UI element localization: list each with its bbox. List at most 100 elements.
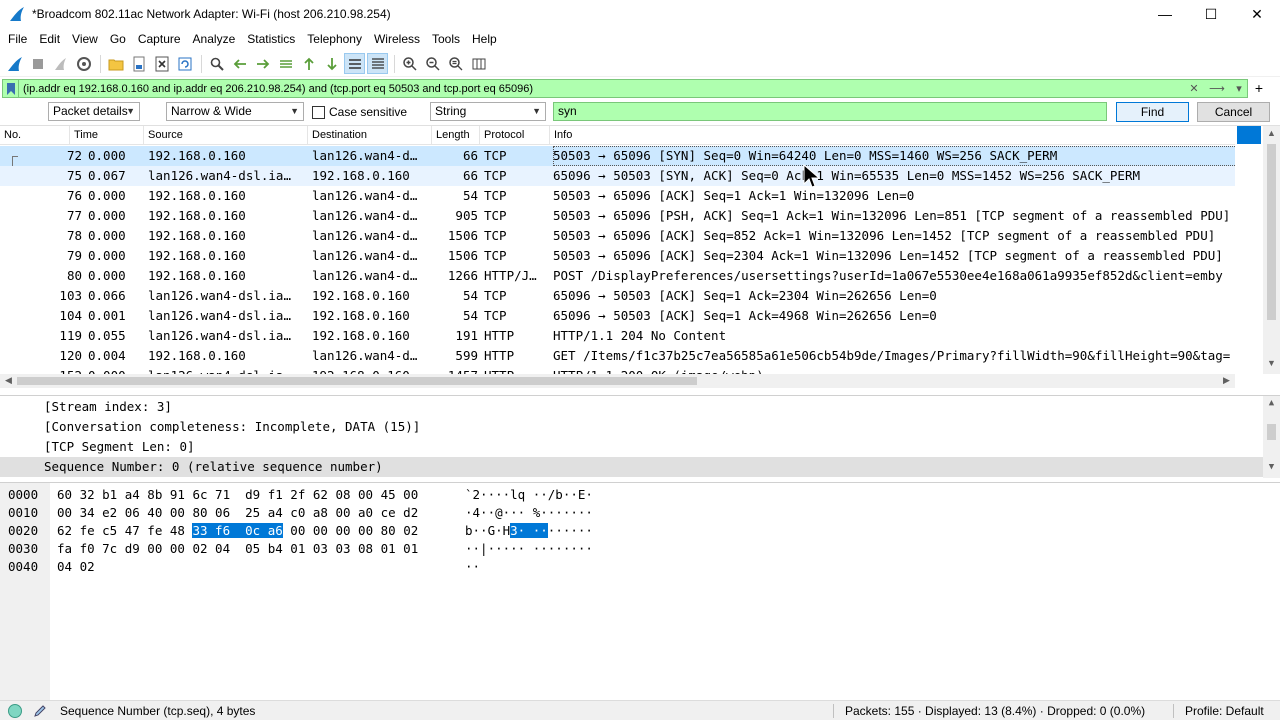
column-source[interactable]: Source xyxy=(144,126,308,145)
ascii-bytes[interactable]: ·4··@··· %······· xyxy=(465,504,593,522)
close-file-button[interactable] xyxy=(151,53,172,74)
cancel-button[interactable]: Cancel xyxy=(1197,102,1270,122)
packet-row[interactable]: 79 0.000 192.168.0.160 lan126.wan4-d… 1506 TC… xyxy=(0,246,1235,266)
hex-bytes[interactable]: 04 02 xyxy=(57,558,95,576)
packet-row[interactable]: 1520.000 lan126.wan4-dsl.ia… 192.168.0.160… xyxy=(0,366,1235,374)
menu-file[interactable]: File xyxy=(2,28,33,50)
stop-capture-button[interactable] xyxy=(27,53,48,74)
detail-stream-index[interactable]: [Stream index: 3] xyxy=(0,397,1263,417)
column-time[interactable]: Time xyxy=(70,126,144,145)
packet-row[interactable]: 103 0.066 lan126.wan4-dsl.ia… 192.168.0.160… xyxy=(0,286,1235,306)
add-filter-button-icon[interactable]: + xyxy=(1252,80,1266,97)
profile-indicator[interactable]: Profile: Default xyxy=(1185,701,1264,720)
go-back-button[interactable] xyxy=(229,53,250,74)
packet-list-horizontal-scrollbar[interactable]: ◀ ▶ xyxy=(0,374,1235,388)
reload-file-button[interactable] xyxy=(174,53,195,74)
menu-analyze[interactable]: Analyze xyxy=(187,28,242,50)
ascii-bytes[interactable]: `2····lq ··/b··E· xyxy=(465,486,593,504)
find-query-input[interactable]: syn xyxy=(553,102,1107,121)
menu-go[interactable]: Go xyxy=(104,28,132,50)
search-in-select[interactable]: Packet details ▼ xyxy=(48,102,140,121)
column-no[interactable]: No. xyxy=(0,126,70,145)
apply-filter-icon[interactable]: ⟶ xyxy=(1203,80,1231,97)
char-width-select[interactable]: Narrow & Wide ▼ xyxy=(166,102,304,121)
scroll-down-icon[interactable]: ▼ xyxy=(1263,462,1280,472)
clear-filter-icon[interactable]: ✕ xyxy=(1185,80,1203,97)
hex-bytes[interactable]: fa f0 7c d9 00 00 02 04 05 b4 01 03 03 0… xyxy=(57,540,418,558)
zoom-out-button[interactable] xyxy=(422,53,443,74)
horizontal-scrollbar-thumb[interactable] xyxy=(17,377,697,385)
menu-tools[interactable]: Tools xyxy=(426,28,466,50)
display-filter-input[interactable]: (ip.addr eq 192.168.0.160 and ip.addr eq… xyxy=(19,83,1185,95)
packet-row[interactable]: 78 0.000 192.168.0.160 lan126.wan4-d… 1506 TC… xyxy=(0,226,1235,246)
column-destination[interactable]: Destination xyxy=(308,126,432,145)
packet-cell-time: 0.066 xyxy=(88,288,126,303)
ascii-bytes[interactable]: ··|····· ········ xyxy=(465,540,593,558)
ascii-bytes[interactable]: ·· xyxy=(465,558,480,576)
expert-info-icon[interactable] xyxy=(8,704,22,718)
zoom-normal-button[interactable] xyxy=(445,53,466,74)
detail-tcp-segment-len[interactable]: [TCP Segment Len: 0] xyxy=(0,437,1263,457)
menu-help[interactable]: Help xyxy=(466,28,503,50)
go-last-button[interactable] xyxy=(321,53,342,74)
hex-bytes[interactable]: 62 fe c5 47 fe 48 33 f6 0c a6 00 00 00 0… xyxy=(57,522,418,540)
filter-bookmark-button[interactable] xyxy=(3,80,19,97)
zoom-in-button[interactable] xyxy=(399,53,420,74)
menu-telephony[interactable]: Telephony xyxy=(301,28,368,50)
go-forward-button[interactable] xyxy=(252,53,273,74)
search-type-select[interactable]: String ▼ xyxy=(430,102,546,121)
column-length[interactable]: Length xyxy=(432,126,480,145)
details-vertical-scrollbar[interactable]: ▲ ▼ xyxy=(1263,396,1280,478)
close-button[interactable]: ✕ xyxy=(1234,0,1280,28)
save-file-button[interactable] xyxy=(128,53,149,74)
hex-bytes[interactable]: 60 32 b1 a4 8b 91 6c 71 d9 f1 2f 62 08 0… xyxy=(57,486,418,504)
start-capture-button[interactable] xyxy=(4,53,25,74)
column-protocol[interactable]: Protocol xyxy=(480,126,550,145)
scroll-up-icon[interactable]: ▲ xyxy=(1263,128,1280,138)
case-sensitive-checkbox[interactable] xyxy=(312,105,325,119)
packet-row[interactable]: 120 0.004 192.168.0.160 lan126.wan4-d… 599 HT… xyxy=(0,346,1235,366)
open-file-button[interactable] xyxy=(105,53,126,74)
packet-row[interactable]: 80 0.000 192.168.0.160 lan126.wan4-d… 1266 HT… xyxy=(0,266,1235,286)
scroll-left-icon[interactable]: ◀ xyxy=(0,375,17,386)
case-sensitive-toggle[interactable]: Case sensitive xyxy=(312,105,407,119)
scrollbar-thumb[interactable] xyxy=(1267,144,1276,320)
packet-row[interactable]: 75 0.067 lan126.wan4-dsl.ia… 192.168.0.160 6… xyxy=(0,166,1235,186)
menu-capture[interactable]: Capture xyxy=(132,28,187,50)
packet-list-header: No. Time Source Destination Length Proto… xyxy=(0,126,1235,145)
scroll-right-icon[interactable]: ▶ xyxy=(1218,375,1235,386)
resize-columns-button[interactable] xyxy=(468,53,489,74)
packet-row[interactable]: 77 0.000 192.168.0.160 lan126.wan4-d… 905 TCP… xyxy=(0,206,1235,226)
scrollbar-thumb[interactable] xyxy=(1267,424,1276,440)
scroll-down-icon[interactable]: ▼ xyxy=(1263,358,1280,368)
go-to-packet-button[interactable] xyxy=(275,53,296,74)
hex-bytes[interactable]: 00 34 e2 06 40 00 80 06 25 a4 c0 a8 00 a… xyxy=(57,504,418,522)
menu-wireless[interactable]: Wireless xyxy=(368,28,426,50)
restart-capture-button[interactable] xyxy=(50,53,71,74)
ascii-bytes[interactable]: b··G·H3· ········ xyxy=(465,522,593,540)
detail-sequence-number[interactable]: Sequence Number: 0 (relative sequence nu… xyxy=(0,457,1263,477)
find-packet-button[interactable] xyxy=(206,53,227,74)
packet-cell-src: lan126.wan4-dsl.ia… xyxy=(148,288,291,303)
find-button[interactable]: Find xyxy=(1116,102,1189,122)
packet-row[interactable]: 104 0.001 lan126.wan4-dsl.ia… 192.168.0.160… xyxy=(0,306,1235,326)
capture-options-button[interactable] xyxy=(73,53,94,74)
scroll-up-icon[interactable]: ▲ xyxy=(1263,398,1280,408)
menu-statistics[interactable]: Statistics xyxy=(241,28,301,50)
colorize-button[interactable] xyxy=(367,53,388,74)
packet-row[interactable]: 119 0.055 lan126.wan4-dsl.ia… 192.168.0.160… xyxy=(0,326,1235,346)
packet-row[interactable]: 72 0.000 192.168.0.160 lan126.wan4-d… 66 TCP 5… xyxy=(0,146,1235,166)
filter-history-dropdown-icon[interactable]: ▾ xyxy=(1231,80,1247,97)
packet-cell-info: 65096 → 50503 [ACK] Seq=1 Ack=4968 Win=2… xyxy=(553,308,937,323)
menu-view[interactable]: View xyxy=(66,28,104,50)
capture-comment-icon[interactable] xyxy=(33,701,47,720)
maximize-button[interactable]: ☐ xyxy=(1188,0,1234,28)
packet-row[interactable]: 76 0.000 192.168.0.160 lan126.wan4-d… 54 TCP 5… xyxy=(0,186,1235,206)
packet-list-vertical-scrollbar[interactable]: ▲ ▼ xyxy=(1263,126,1280,374)
menu-edit[interactable]: Edit xyxy=(33,28,66,50)
autoscroll-button[interactable] xyxy=(344,53,365,74)
detail-conversation-completeness[interactable]: [Conversation completeness: Incomplete, … xyxy=(0,417,1263,437)
go-first-button[interactable] xyxy=(298,53,319,74)
column-info[interactable]: Info xyxy=(550,126,1235,145)
minimize-button[interactable]: — xyxy=(1142,0,1188,28)
